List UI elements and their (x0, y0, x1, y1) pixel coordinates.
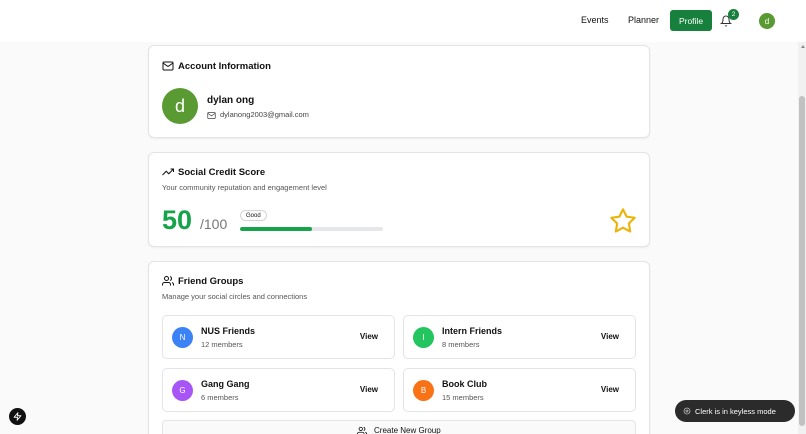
group-member-count: 15 members (442, 393, 484, 402)
view-group-button[interactable]: View (360, 385, 378, 394)
account-information-card: Account Information d dylan ong dylanong… (148, 45, 650, 138)
friend-groups-title: Friend Groups (178, 276, 244, 287)
account-card-title: Account Information (178, 61, 271, 72)
group-name: Gang Gang (201, 379, 250, 389)
friend-groups-subtitle: Manage your social circles and connectio… (162, 292, 308, 301)
scroll-up-arrow-icon[interactable] (801, 45, 805, 48)
group-avatar: G (172, 380, 193, 401)
group-name: NUS Friends (201, 326, 256, 336)
friend-groups-card: Friend Groups Manage your social circles… (148, 261, 650, 434)
score-progress-bar (240, 227, 383, 231)
clerk-logo-icon (683, 407, 691, 415)
users-icon (162, 276, 174, 286)
account-avatar: d (162, 88, 198, 124)
friend-group-card[interactable]: N NUS Friends 12 members View (162, 315, 395, 359)
mail-icon (162, 61, 174, 71)
group-avatar: N (172, 327, 193, 348)
star-icon (610, 208, 636, 233)
view-group-button[interactable]: View (601, 332, 619, 341)
scrollbar-thumb[interactable] (799, 96, 805, 426)
group-member-count: 8 members (442, 340, 480, 349)
group-member-count: 6 members (201, 393, 239, 402)
email-icon (207, 112, 216, 119)
friend-group-card[interactable]: B Book Club 15 members View (403, 368, 636, 412)
user-avatar-button[interactable]: d (759, 13, 775, 29)
score-status-badge: Good (240, 210, 267, 221)
top-navbar: Events Planner Profile 2 d (0, 0, 806, 42)
nextjs-dev-indicator[interactable] (9, 408, 26, 425)
social-credit-score-card: Social Credit Score Your community reput… (148, 152, 650, 247)
user-email: dylanong2003@gmail.com (220, 110, 309, 119)
friend-group-card[interactable]: I Intern Friends 8 members View (403, 315, 636, 359)
social-card-subtitle: Your community reputation and engagement… (162, 183, 327, 192)
score-max: /100 (200, 216, 228, 232)
score-progress-fill (240, 227, 312, 231)
notification-badge: 2 (728, 9, 739, 20)
friend-group-card[interactable]: G Gang Gang 6 members View (162, 368, 395, 412)
view-group-button[interactable]: View (360, 332, 378, 341)
group-name: Book Club (442, 379, 487, 389)
clerk-keyless-badge[interactable]: Clerk is in keyless mode (675, 400, 795, 422)
create-new-group-label: Create New Group (374, 426, 441, 434)
lightning-bolt-icon (13, 412, 22, 421)
clerk-keyless-text: Clerk is in keyless mode (695, 407, 776, 416)
group-avatar: I (413, 327, 434, 348)
group-member-count: 12 members (201, 340, 243, 349)
score-value: 50 (162, 205, 193, 235)
nav-events-link[interactable]: Events (581, 15, 609, 25)
trending-up-icon (162, 168, 174, 176)
group-name: Intern Friends (442, 326, 503, 336)
group-avatar: B (413, 380, 434, 401)
view-group-button[interactable]: View (601, 385, 619, 394)
user-name: dylan ong (207, 95, 255, 106)
nav-profile-button[interactable]: Profile (670, 10, 712, 31)
nav-planner-link[interactable]: Planner (628, 15, 659, 25)
users-plus-icon (357, 426, 367, 434)
social-card-title: Social Credit Score (178, 167, 266, 178)
create-new-group-button[interactable]: Create New Group (162, 420, 636, 434)
